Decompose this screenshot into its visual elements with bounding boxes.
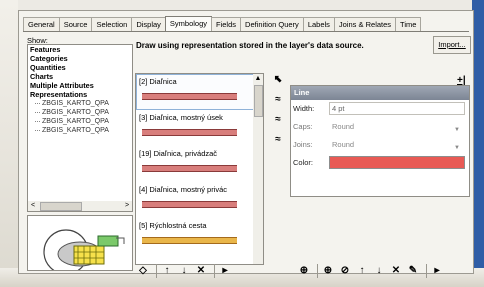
- preview-illustration: [43, 229, 125, 270]
- color-swatch[interactable]: [329, 156, 465, 169]
- line-swatch: [142, 201, 237, 208]
- toolbar-separator: [214, 264, 215, 278]
- show-category[interactable]: Features: [28, 45, 132, 54]
- tab-symbology[interactable]: Symbology: [164, 16, 213, 31]
- line-swatch: [142, 237, 237, 244]
- layer-properties-panel: General Source Selection Display Symbology Fi…: [18, 10, 474, 278]
- representation-item[interactable]: [5] Rýchlostná cesta: [136, 218, 254, 254]
- scroll-up-icon[interactable]: ▲: [253, 74, 263, 84]
- scroll-right-icon[interactable]: >: [122, 201, 132, 211]
- select-tool-icon[interactable]: ⬉: [271, 73, 285, 87]
- layer-tool-button-icon[interactable]: ✎: [406, 264, 420, 278]
- layer-tool-button-icon[interactable]: ↓: [372, 264, 386, 278]
- chevron-down-icon: ▼: [454, 127, 460, 133]
- tab-display[interactable]: Display: [131, 17, 166, 31]
- show-subitem[interactable]: ZBGIS_KARTO_QPA: [28, 99, 132, 108]
- tab-underline: [23, 31, 469, 32]
- representation-label: [5] Rýchlostná cesta: [139, 221, 207, 230]
- tree-horizontal-scrollbar[interactable]: < >: [27, 201, 133, 212]
- layer-tool-button-icon[interactable]: ⊘: [338, 264, 352, 278]
- caps-select[interactable]: Round ▼: [329, 120, 465, 133]
- representation-item[interactable]: [4] Diaľnica, mostný privác: [136, 182, 254, 218]
- representation-label: [4] Diaľnica, mostný privác: [139, 185, 228, 194]
- representation-item[interactable]: [2] Diaľnica: [136, 74, 254, 110]
- line-tool-icon[interactable]: ≈: [271, 113, 285, 127]
- show-category[interactable]: Representations: [28, 90, 132, 99]
- line-tool-icon[interactable]: ≈: [271, 93, 285, 107]
- toolbar-separator: [317, 264, 318, 278]
- properties-header: Line: [291, 86, 469, 100]
- import-button[interactable]: Import...: [433, 36, 471, 54]
- tab-bar: General Source Selection Display Symbology Fi…: [23, 16, 422, 31]
- tab-joins-relates[interactable]: Joins & Relates: [333, 17, 397, 31]
- color-label: Color:: [293, 158, 314, 167]
- layer-tool-button-icon[interactable]: ▸: [430, 264, 444, 278]
- joins-value: Round: [332, 140, 355, 149]
- tab-fields[interactable]: Fields: [211, 17, 242, 31]
- scroll-thumb[interactable]: [254, 85, 263, 117]
- representation-tool-button-icon[interactable]: ◇: [136, 264, 150, 278]
- representation-scrollbar[interactable]: ▲: [253, 73, 264, 265]
- representation-label: [3] Diaľnica, mostný úsek: [139, 113, 223, 122]
- tab-labels[interactable]: Labels: [302, 17, 335, 31]
- width-label: Width:: [293, 104, 315, 113]
- representation-item[interactable]: [19] Diaľnica, privádzač: [136, 146, 254, 182]
- tab-time[interactable]: Time: [395, 17, 422, 31]
- width-field[interactable]: 4 pt: [329, 102, 465, 115]
- line-properties: Line Width: 4 pt Caps: Round ▼ Joins: Rou…: [290, 85, 470, 197]
- layer-tool-button-icon[interactable]: ⊕: [297, 264, 311, 278]
- layer-tool-button-icon[interactable]: ⊕: [321, 264, 335, 278]
- representation-item[interactable]: [3] Diaľnica, mostný úsek: [136, 110, 254, 146]
- scroll-thumb[interactable]: [40, 202, 82, 211]
- representation-list[interactable]: [2] Diaľnica [3] Diaľnica, mostný úsek [19…: [135, 73, 255, 265]
- caps-label: Caps:: [293, 122, 313, 131]
- chevron-down-icon: ▼: [454, 145, 460, 151]
- show-subitem[interactable]: ZBGIS_KARTO_QPA: [28, 117, 132, 126]
- show-subitem[interactable]: ZBGIS_KARTO_QPA: [28, 126, 132, 135]
- show-category[interactable]: Charts: [28, 72, 132, 81]
- tab-source[interactable]: Source: [58, 17, 93, 31]
- line-tool-icon[interactable]: ≈: [271, 133, 285, 147]
- show-category[interactable]: Multiple Attributes: [28, 81, 132, 90]
- representation-label: [2] Diaľnica: [139, 77, 177, 86]
- layer-toolbar: ⊕ ⊕ ⊘ ↑ ↓ ✕ ✎ ▸: [297, 264, 447, 278]
- background-left: [0, 0, 18, 287]
- representation-toolbar: ◇ ↑ ↓ ✕ ▸: [136, 264, 235, 278]
- instruction-text: Draw using representation stored in the …: [136, 41, 364, 50]
- layer-tool-button-icon[interactable]: ↑: [355, 264, 369, 278]
- tab-general[interactable]: General: [23, 17, 60, 31]
- show-tree[interactable]: Features Categories Quantities Charts Multip…: [27, 44, 133, 203]
- scroll-left-icon[interactable]: <: [28, 201, 38, 211]
- joins-label: Joins:: [293, 140, 313, 149]
- show-category[interactable]: Quantities: [28, 63, 132, 72]
- caps-value: Round: [332, 122, 355, 131]
- toolbar-separator: [426, 264, 427, 278]
- symbology-preview: [27, 215, 133, 271]
- tab-definition-query[interactable]: Definition Query: [240, 17, 304, 31]
- representation-tool-button-icon[interactable]: ↓: [177, 264, 191, 278]
- representation-label: [19] Diaľnica, privádzač: [139, 149, 218, 158]
- representation-tool-button-icon[interactable]: ▸: [218, 264, 232, 278]
- toolbar-separator: [156, 264, 157, 278]
- width-row: Width: 4 pt: [291, 100, 469, 118]
- tab-selection[interactable]: Selection: [91, 17, 133, 31]
- line-swatch: [142, 93, 237, 100]
- representation-tool-button-icon[interactable]: ↑: [160, 264, 174, 278]
- show-category[interactable]: Categories: [28, 54, 132, 63]
- joins-row: Joins: Round ▼: [291, 136, 469, 154]
- layer-tool-button-icon[interactable]: ✕: [389, 264, 403, 278]
- show-subitem[interactable]: ZBGIS_KARTO_QPA: [28, 108, 132, 117]
- caps-row: Caps: Round ▼: [291, 118, 469, 136]
- rule-tools: ⬉ ≈ ≈ ≈: [271, 73, 287, 153]
- line-swatch: [142, 165, 237, 172]
- color-row: Color:: [291, 154, 469, 172]
- representation-tool-button-icon[interactable]: ✕: [194, 264, 208, 278]
- line-swatch: [142, 129, 237, 136]
- joins-select[interactable]: Round ▼: [329, 138, 465, 151]
